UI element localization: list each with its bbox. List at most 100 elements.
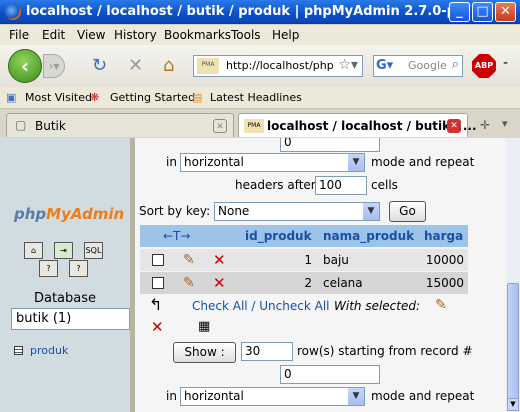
cell-nama-produk: baju: [323, 253, 349, 267]
stop-icon[interactable]: ✕: [128, 55, 143, 76]
column-header-nama-produk[interactable]: nama_produk: [320, 225, 416, 247]
left-navigation-frame: phpMyAdmin ⌂ ⇥ SQL ? ? Database butik (1…: [0, 138, 130, 412]
mode-and-repeat-label: mode and repeat: [371, 389, 475, 403]
delete-x-icon[interactable]: ✕: [213, 251, 226, 269]
cell-id-produk: 1: [304, 253, 312, 267]
adblock-icon[interactable]: ABP: [472, 54, 496, 78]
scroll-down-arrow-icon[interactable]: ▼: [507, 398, 519, 411]
rss-icon: ▤: [192, 91, 203, 104]
cell-id-produk: 2: [304, 276, 312, 290]
edit-pencil-icon[interactable]: ✎: [183, 252, 195, 268]
home-icon[interactable]: ⌂: [163, 55, 174, 76]
bookmark-star-icon[interactable]: ☆▾: [338, 57, 358, 73]
menu-file[interactable]: File: [9, 28, 29, 42]
chevron-down-icon: ▼: [348, 388, 364, 405]
pma-favicon: PMA: [197, 58, 219, 74]
menu-bar: File Edit View History Bookmarks Tools H…: [0, 25, 520, 45]
docs-icon[interactable]: ?: [69, 260, 88, 277]
forward-button[interactable]: ›▾: [43, 54, 65, 78]
delete-x-icon[interactable]: ✕: [213, 274, 226, 292]
maximize-button[interactable]: □: [472, 2, 493, 22]
menu-help[interactable]: Help: [272, 28, 299, 42]
back-button[interactable]: ‹: [8, 49, 42, 83]
menu-tools[interactable]: Tools: [231, 28, 261, 42]
google-icon[interactable]: G▾: [376, 58, 393, 74]
edit-pencil-icon[interactable]: ✎: [183, 275, 195, 291]
table-header-row: ←T→ id_produk nama_produk harga: [140, 225, 468, 247]
column-header-id-produk[interactable]: id_produk: [242, 225, 316, 247]
display-mode-select[interactable]: horizontal ▼: [180, 153, 365, 172]
firefox-icon: [5, 4, 21, 20]
rows-starting-label: row(s) starting from record #: [297, 344, 473, 358]
search-icon[interactable]: ⌕: [452, 57, 459, 72]
database-label: Database: [33, 291, 97, 306]
sort-key-select[interactable]: None ▼: [214, 202, 380, 221]
start-record-input-top[interactable]: 0: [280, 138, 380, 152]
mode-and-repeat-label: mode and repeat: [371, 155, 475, 169]
edit-selected-pencil-icon[interactable]: ✎: [435, 297, 447, 313]
repeat-headers-input[interactable]: 100: [315, 176, 367, 195]
minimize-button[interactable]: _: [449, 2, 470, 22]
table-row: ✎ ✕ 2 celana 15000: [140, 272, 468, 294]
tab-close-icon[interactable]: ✕: [447, 119, 461, 133]
delete-selected-x-icon[interactable]: ✕: [151, 318, 164, 336]
query-icon[interactable]: ?: [39, 260, 58, 277]
in-label: in: [166, 155, 177, 169]
go-button[interactable]: Go: [389, 201, 426, 222]
sort-by-key-label: Sort by key:: [139, 204, 211, 218]
start-record-input[interactable]: 0: [280, 365, 380, 384]
tab-bar: ▢ Butik ✕ PMA localhost / localhost / bu…: [0, 110, 520, 138]
search-box[interactable]: G▾ Google ⌕: [373, 55, 463, 77]
navigation-toolbar: ‹ ›▾ ↻ ✕ ⌂ PMA http://localhost/php ☆▾ G…: [0, 45, 520, 87]
exit-icon[interactable]: ⇥: [54, 242, 73, 259]
phpmyadmin-logo[interactable]: phpMyAdmin: [14, 205, 124, 223]
cell-harga: 10000: [425, 253, 464, 267]
url-text[interactable]: http://localhost/php: [226, 59, 334, 72]
export-selected-icon[interactable]: ▦: [198, 319, 210, 334]
address-bar[interactable]: PMA http://localhost/php ☆▾: [193, 55, 363, 77]
menu-history[interactable]: History: [114, 28, 157, 42]
table-link-produk[interactable]: produk: [30, 344, 68, 357]
bookmarks-folder-icon: ▣: [6, 91, 17, 104]
tab-phpmyadmin[interactable]: PMA localhost / localhost / butik / ... …: [238, 113, 477, 137]
menu-bookmarks[interactable]: Bookmarks: [164, 28, 231, 42]
database-select[interactable]: butik (1): [11, 308, 130, 330]
column-header-harga[interactable]: harga: [421, 225, 468, 247]
row-checkbox[interactable]: [152, 254, 164, 266]
display-mode-select-bottom[interactable]: horizontal ▼: [180, 387, 365, 406]
main-content-frame: 0 in horizontal ▼ mode and repeat headers…: [135, 138, 506, 412]
tab-label: Butik: [35, 119, 66, 133]
tab-butik[interactable]: ▢ Butik ✕: [6, 113, 234, 137]
show-button[interactable]: Show :: [173, 342, 236, 363]
column-arrows-icon[interactable]: ←T→: [160, 225, 240, 247]
title-bar: localhost / localhost / butik / produk |…: [0, 0, 520, 24]
scrollbar-thumb[interactable]: [507, 283, 519, 403]
tab-label: localhost / localhost / butik / ...: [267, 119, 477, 133]
new-tab-icon[interactable]: ✛: [480, 118, 490, 132]
menu-view[interactable]: View: [77, 28, 105, 42]
row-checkbox[interactable]: [152, 277, 164, 289]
tab-close-icon[interactable]: ✕: [213, 119, 227, 133]
bookmark-most-visited[interactable]: Most Visited: [25, 91, 92, 104]
arrow-left-up-icon: ↰: [149, 295, 163, 314]
menu-edit[interactable]: Edit: [42, 28, 65, 42]
tab-list-icon[interactable]: ▾: [502, 117, 508, 130]
with-selected-label: With selected:: [334, 299, 421, 313]
window-title: localhost / localhost / butik / produk |…: [26, 4, 499, 19]
reload-icon[interactable]: ↻: [92, 55, 107, 76]
getting-started-icon: ❋: [90, 91, 100, 104]
sql-icon[interactable]: SQL: [84, 242, 103, 259]
vertical-scrollbar[interactable]: ▼: [506, 138, 520, 412]
in-label: in: [166, 389, 177, 403]
page-icon: ▢: [15, 118, 27, 132]
check-all-link[interactable]: Check All / Uncheck All: [192, 299, 330, 313]
toolbar-more[interactable]: -: [503, 55, 508, 71]
bookmark-latest-headlines[interactable]: Latest Headlines: [210, 91, 302, 104]
table-row: ✎ ✕ 1 baju 10000: [140, 249, 468, 271]
rows-count-input[interactable]: 30: [241, 342, 293, 361]
headers-after-label: headers after: [235, 178, 316, 192]
close-button[interactable]: ✕: [495, 2, 516, 22]
bookmark-getting-started[interactable]: Getting Started: [110, 91, 195, 104]
cells-label: cells: [371, 178, 398, 192]
home-icon[interactable]: ⌂: [24, 242, 43, 259]
